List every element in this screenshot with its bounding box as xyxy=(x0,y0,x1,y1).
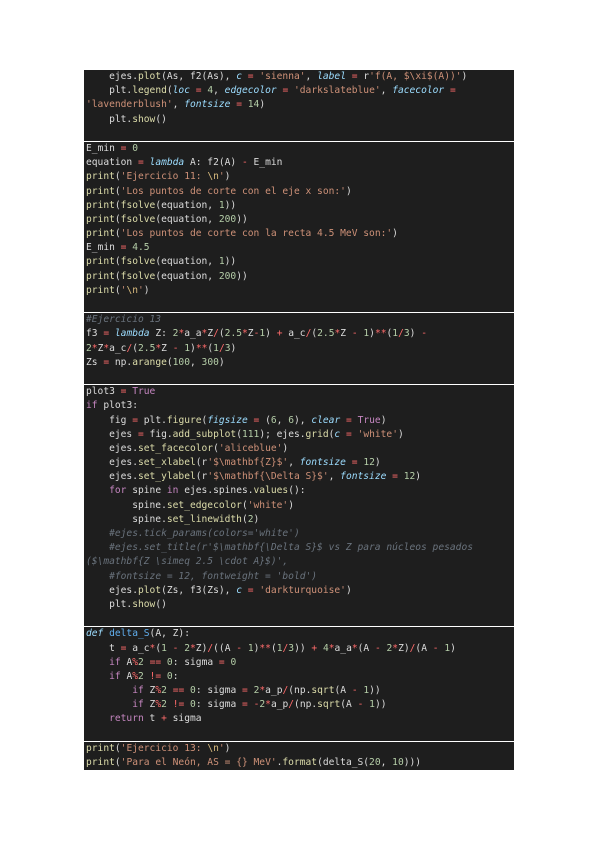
code-line: E_min = 0 xyxy=(84,140,514,156)
code-line: return t + sigma xyxy=(109,713,202,725)
code-line: 'lavenderblush', fontsize = 14) xyxy=(86,99,266,111)
code-line: equation = lambda A: f2(A) - E_min xyxy=(86,157,283,169)
code-line: spine.set_edgecolor('white') xyxy=(86,499,294,511)
code-line: print('\n') xyxy=(86,284,150,296)
code-line: #fontsize = 12, fontweight = 'bold') xyxy=(109,570,318,582)
code-line: print(fsolve(equation, 1)) xyxy=(86,256,237,268)
code-line: if plot3: xyxy=(86,400,138,412)
code-line: ejes.set_facecolor('aliceblue') xyxy=(86,442,289,454)
code-line: plt.show() xyxy=(86,113,167,125)
code-line: t = a_c*(1 - 2*Z)/((A - 1)**(1/3)) + 4*a… xyxy=(86,642,456,654)
code-line: print('Para el Neón, AS = {} MeV'.format… xyxy=(86,757,422,768)
code-line: print(fsolve(equation, 200)) xyxy=(86,270,248,282)
code-line: #ejes.tick_params(colors='white') xyxy=(109,528,300,539)
code-line: if Z%2 != 0: sigma = -2*a_p/(np.sqrt(A -… xyxy=(132,699,387,711)
code-line: E_min = 4.5 xyxy=(86,242,150,254)
code-line: f3 = lambda Z: 2*a_a*Z/(2.5*Z-1) + a_c/(… xyxy=(86,328,427,340)
code-block: ejes.plot(As, f2(As), c = 'sienna', labe… xyxy=(84,70,514,771)
code-line: for spine in ejes.spines.values(): xyxy=(109,485,306,497)
code-line: #ejes.set_title(r'$\mathbf{\Delta S}$ vs… xyxy=(109,542,473,554)
code-line: ($\mathbf{Z \simeq 2.5 \cdot A}$)', xyxy=(86,556,289,568)
code-line: ejes.plot(As, f2(As), c = 'sienna', labe… xyxy=(86,71,468,82)
code-line: print(fsolve(equation, 200)) xyxy=(86,213,248,225)
code-line: plot3 = True xyxy=(84,384,514,399)
code-line: plt.legend(loc = 4, edgecolor = 'darksla… xyxy=(86,85,456,97)
code-line: spine.set_linewidth(2) xyxy=(86,513,260,525)
code-line: print('Los puntos de corte con la recta … xyxy=(86,228,398,240)
code-line: ejes.set_xlabel(r'$\mathbf{Z}$', fontsiz… xyxy=(86,457,381,469)
code-line: def delta_S(A, Z): xyxy=(84,626,514,641)
code-line: if A%2 == 0: sigma = 0 xyxy=(109,656,237,668)
code-line: if A%2 != 0: xyxy=(109,670,179,682)
code-line: ejes.plot(Zs, f3(Zs), c = 'darkturquoise… xyxy=(86,584,352,596)
code-line: ejes = fig.add_subplot(111); ejes.grid(c… xyxy=(86,428,404,440)
code-line: print('Ejercicio 11: \n') xyxy=(86,171,231,183)
code-line: #Ejercicio 13 xyxy=(84,312,514,327)
code-line: 2*Z*a_c/(2.5*Z - 1)**(1/3) xyxy=(86,342,237,354)
code-line: print('Los puntos de corte con el eje x … xyxy=(86,185,352,197)
code-line: print(fsolve(equation, 1)) xyxy=(86,199,237,211)
code-line: plt.show() xyxy=(86,598,167,610)
code-line: if Z%2 == 0: sigma = 2*a_p/(np.sqrt(A - … xyxy=(132,685,381,697)
code-line: ejes.set_ylabel(r'$\mathbf{\Delta S}$', … xyxy=(86,471,422,483)
code-line: fig = plt.figure(figsize = (6, 6), clear… xyxy=(86,414,387,426)
code-line: print('Ejercicio 13: \n') xyxy=(84,740,514,756)
code-line: Zs = np.arange(100, 300) xyxy=(86,356,225,368)
